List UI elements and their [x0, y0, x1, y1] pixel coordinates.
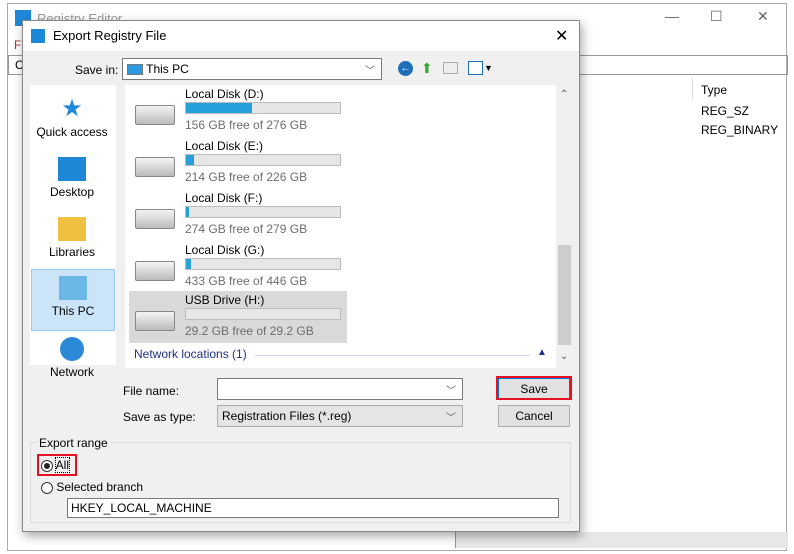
hard-drive-icon	[135, 105, 175, 125]
hard-drive-icon	[135, 261, 175, 281]
usb-drive-icon	[135, 311, 175, 331]
registry-icon	[31, 29, 45, 43]
chevron-down-icon: ﹀	[446, 413, 456, 424]
hard-drive-icon	[135, 209, 175, 229]
close-window-button[interactable]: ✕	[757, 8, 769, 25]
place-label: Quick access	[36, 125, 108, 139]
back-icon[interactable]: ←	[398, 61, 413, 76]
collapse-chevron-icon[interactable]: ▲	[537, 347, 547, 358]
drive-free: 214 GB free of 226 GB	[185, 170, 308, 184]
usage-bar	[185, 206, 341, 218]
up-folder-icon[interactable]: ⬆	[421, 60, 433, 77]
menu-file[interactable]: F	[14, 38, 21, 52]
scrollbar-thumb[interactable]	[558, 245, 571, 345]
drive-item-selected[interactable]: USB Drive (H:) 29.2 GB free of 29.2 GB	[129, 291, 347, 343]
star-icon: ★	[61, 95, 83, 122]
column-divider	[692, 78, 693, 100]
place-this-pc[interactable]: This PC	[31, 269, 115, 331]
drive-free: 156 GB free of 276 GB	[185, 118, 308, 132]
chevron-down-icon: ﹀	[365, 66, 375, 77]
usage-bar	[185, 308, 341, 320]
place-label: This PC	[51, 304, 95, 318]
dialog-title-bar: Export Registry File ✕	[23, 21, 579, 51]
close-dialog-button[interactable]: ✕	[555, 26, 568, 46]
places-bar: ★ Quick access Desktop Libraries This PC …	[30, 85, 116, 379]
hard-drive-icon	[135, 157, 175, 177]
drive-name: Local Disk (E:)	[185, 139, 264, 153]
drive-item[interactable]: Local Disk (D:) 156 GB free of 276 GB	[129, 85, 347, 137]
save-type-value: Registration Files (*.reg)	[222, 409, 352, 423]
vertical-scrollbar[interactable]: ⌃ ⌄	[556, 85, 573, 368]
cancel-button[interactable]: Cancel	[498, 405, 570, 427]
network-locations-group[interactable]: Network locations (1)	[134, 347, 247, 361]
group-divider	[255, 355, 530, 356]
new-folder-icon[interactable]	[443, 62, 458, 74]
minimize-button[interactable]: —	[665, 8, 679, 24]
drive-name: Local Disk (F:)	[185, 191, 263, 205]
drive-item[interactable]: Local Disk (E:) 214 GB free of 226 GB	[129, 137, 347, 189]
drive-name: Local Disk (G:)	[185, 243, 265, 257]
save-highlight	[496, 376, 572, 400]
drive-name: Local Disk (D:)	[185, 87, 264, 101]
selected-branch-label: Selected branch	[56, 480, 144, 494]
drive-item[interactable]: Local Disk (F:) 274 GB free of 279 GB	[129, 189, 347, 241]
usage-bar	[185, 258, 341, 270]
place-desktop[interactable]: Desktop	[30, 151, 114, 211]
libraries-icon	[58, 217, 86, 241]
drive-item[interactable]: Local Disk (G:) 433 GB free of 446 GB	[129, 241, 347, 293]
maximize-button[interactable]: ☐	[710, 8, 723, 25]
view-menu-icon[interactable]	[468, 61, 483, 75]
export-registry-dialog: Export Registry File ✕ Save in: This PC …	[22, 20, 580, 532]
place-label: Libraries	[48, 245, 96, 259]
place-label: Desktop	[49, 185, 95, 199]
save-as-type-dropdown[interactable]: Registration Files (*.reg) ﹀	[217, 405, 463, 427]
view-chevron-icon[interactable]: ▼	[484, 63, 493, 73]
place-quick-access[interactable]: ★ Quick access	[30, 91, 114, 151]
usage-bar	[185, 102, 341, 114]
file-name-label: File name:	[123, 384, 180, 398]
type-cell: REG_SZ	[701, 104, 750, 118]
place-libraries[interactable]: Libraries	[30, 211, 114, 271]
chevron-down-icon[interactable]: ﹀	[446, 382, 456, 397]
radio-button[interactable]	[41, 481, 53, 494]
scroll-up-icon[interactable]: ⌃	[560, 89, 568, 100]
save-as-type-label: Save as type:	[123, 410, 196, 424]
drive-free: 29.2 GB free of 29.2 GB	[185, 324, 314, 338]
radio-selected-branch[interactable]: Selected branch	[41, 480, 143, 494]
drive-name: USB Drive (H:)	[185, 293, 265, 307]
save-in-dropdown[interactable]: This PC ﹀	[122, 58, 382, 80]
computer-icon	[59, 276, 87, 300]
all-highlight	[37, 454, 77, 476]
save-in-label: Save in:	[75, 63, 119, 77]
save-in-value: This PC	[146, 62, 189, 76]
dialog-title: Export Registry File	[53, 28, 167, 43]
place-label: Network	[49, 365, 94, 379]
type-cell: REG_BINARY	[701, 123, 779, 137]
usage-fill	[186, 155, 194, 165]
file-list: Local Disk (D:) 156 GB free of 276 GB Loc…	[125, 85, 573, 368]
network-icon	[60, 337, 84, 361]
column-type[interactable]: Type	[701, 83, 727, 97]
place-network[interactable]: Network	[30, 331, 114, 391]
computer-icon	[127, 64, 143, 76]
export-range-label: Export range	[37, 436, 110, 450]
desktop-icon	[58, 157, 86, 181]
drive-free: 274 GB free of 279 GB	[185, 222, 308, 236]
file-name-input[interactable]: ﹀	[217, 378, 463, 400]
horizontal-scrollbar[interactable]	[455, 532, 788, 548]
usage-fill	[186, 259, 191, 269]
branch-input[interactable]: HKEY_LOCAL_MACHINE	[67, 498, 559, 518]
scroll-down-icon[interactable]: ⌄	[560, 351, 568, 362]
usage-fill	[186, 103, 253, 113]
usage-bar	[185, 154, 341, 166]
usage-fill	[186, 207, 190, 217]
drive-free: 433 GB free of 446 GB	[185, 274, 308, 288]
